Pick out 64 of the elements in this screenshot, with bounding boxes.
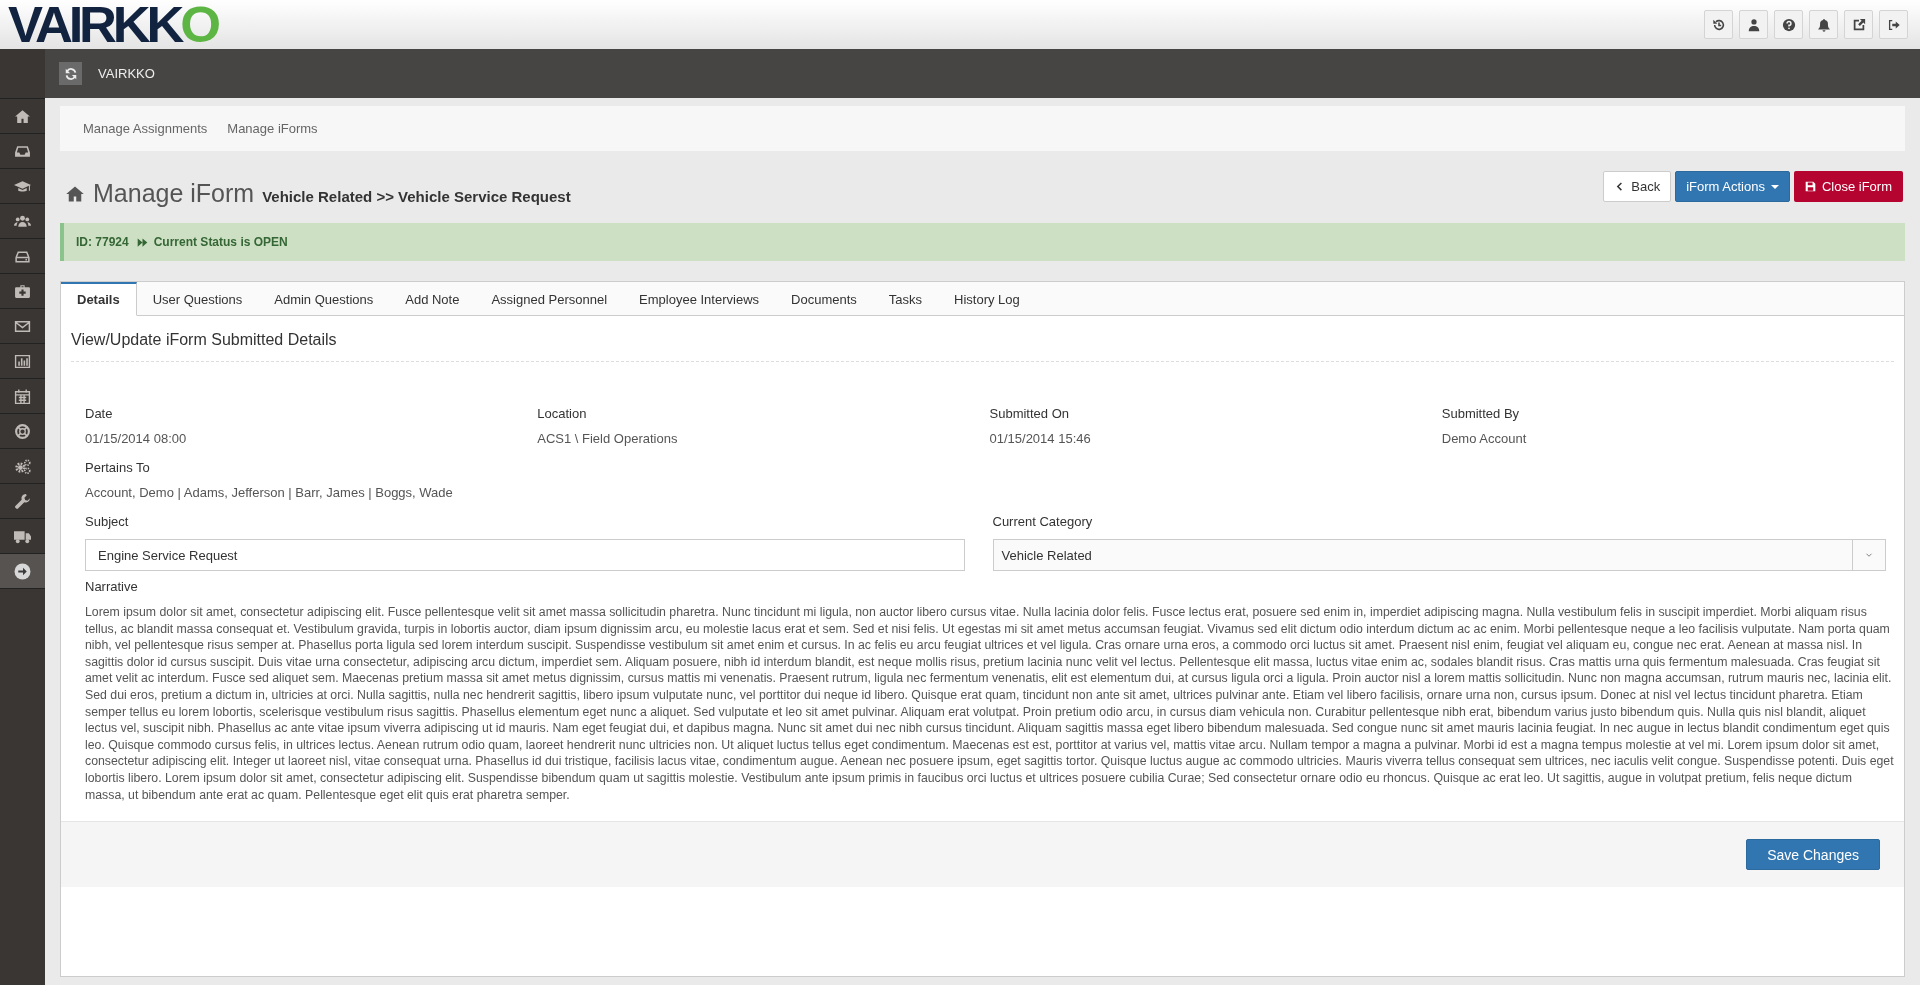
bell-button[interactable] (1809, 10, 1838, 39)
back-button[interactable]: Back (1603, 171, 1672, 202)
field-value: ACS1 \ Field Operations (537, 431, 679, 446)
bar-chart-icon (14, 352, 31, 370)
user-button[interactable] (1739, 10, 1768, 39)
app-title: VAIRKKO (98, 66, 155, 81)
gears-icon (14, 457, 31, 475)
user-icon (1746, 17, 1761, 32)
field-label: Location (537, 406, 588, 421)
share-button[interactable] (1844, 10, 1873, 39)
wrench-icon (14, 492, 31, 510)
tab[interactable]: Assigned Personnel (475, 282, 624, 316)
bell-icon (1816, 17, 1831, 32)
field-value: Account, Demo | Adams, Jefferson | Barr, James | Boggs, Wade (85, 485, 454, 500)
history-icon (1711, 17, 1726, 32)
tab[interactable]: Tasks (872, 282, 938, 316)
field-label: Pertains To (85, 460, 151, 475)
field-label: Submitted On (989, 406, 1070, 421)
arrow-circle-right-icon (14, 562, 31, 580)
narrative-text: Lorem ipsum dolor sit amet, consectetur adipiscing elit. Fusce pellentesque velit sit amet massa sollicitudin pharetra. Nunc tincidunt mi ligula, non auctor libero cursus vitae. Nulla lacinia dolor felis. Fusce lectus erat, posuere sed enim in, imperdiet adipiscing magna. Nulla vestibulum felis in suscipit imperdiet. Morbi aliquam risus tellus, ac blandit massa consequat et. Vestibulum gravida, turpis in lobortis auctor, diam ipsum dignissim arcu, eu molestie lacus erat et sem. Sed et nisi felis. Ut egestas mi sit amet metus accumsan feugiat. Vivamus sed elit dictum odio interdum dictum ac ac enim. Morbi pellentesque neque a leo facilisis vulputate. Nam porta quam nibh, vel pellentesque risus semper at. Phasellus porta ligula sed lorem interdum suscipit. Suspendisse vestibulum sit amet enim et cursus. In ac felis eu arcu feugiat ultrices et vel ligula. Cras ornare urna eros, a commodo orci luctus sit amet. Praesent nisl enim, feugiat vel aliquam eu, congue nec erat. Aenean at massa nisl. In sagittis dolor id cursus suscipit. Duis vitae urna consectetur, adipiscing arcu dictum, imperdiet sem. Aliquam posuere, nibh id interdum blandit, est neque mollis risus, pretium lacinia nunc velit vel lectus. Pellentesque elit massa, luctus vitae enim ac, sodales blandit risus. Cras mattis urna quis fermentum malesuada. Cras feugiat sit amet velit ac interdum. Fusce sed aliquet sem. Maecenas pretium massa sit amet metus dignissim, cursus mattis mi venenatis. Praesent rutrum, ligula nec fermentum venenatis, elit est elementum dui, at cursus ligula orci a ligula. Proin auctor nisl a lorem mattis sollicitudin. Nunc non magna accumsan, rutrum mauris nec, lacinia elit. Sed dui eros, pretium a dictum in, ultricies at orci. Nulla sagittis, nulla nec hendrerit sagittis, libero ipsum vulputate nunc, vel porttitor dui neque id libero. Quisque erat quam, tincidunt non ante sit amet, ultrices pulvinar ante. Etiam vel libero facilisis, ornare urna non, cursus ipsum. Donec at nisl vel lectus tincidunt pharetra. Etiam semper tellus eu lorem lobortis, scelerisque vestibulum risus sagittis. Phasellus elementum eget nunc a aliquet. Sed vulputate et leo sit amet pulvinar. Aliquam erat volutpat. Proin pretium odio arcu, in cursus diam vehicula non. Curabitur pellentesque nibh erat, bibendum varius justo bibendum quis. Nulla quis nisl blandit, aliquet lectus vel, suscipit nibh. Phasellus ac ante vitae ipsum viverra adipiscing ut id mauris. Nam eget feugiat dui, et dapibus magna. Nunc sit amet dui nec nibh cursus tincidunt. Aliquam sagittis massa eget libero bibendum malesuada. Sed congue nunc sit amet mauris lacinia feugiat. In nec augue in lectus blandit condimentum eget quis leo. Quisque commodo cursus felis, in ultrices lectus. Aenean rutrum odio quam, laoreet hendrerit nunc ultricies non. Ut aliquet luctus tellus eget condimentum. Maecenas est est, porttitor at varius vel, mattis vitae arcu. Nullam tempor a magna a pulvinar. Morbi id est a magna tempus molestie at vel mi. Lorem ipsum dolor sit amet, consectetur adipiscing elit. Integer ut laoreet nisl, vitae consequat urna. Phasellus id dui tristique, facilisis lacus vitae, condimentum augue. Aenean nec posuere ipsum, eget sagittis tortor. Quisque luctus augue ac commodo ultricies. Mauris viverra tellus consequat sem ultrices, nec iaculis velit congue. Suspendisse potenti. Duis eget lobortis libero. Lorem ipsum dolor sit amet, consectetur adipiscing elit. Suspendisse bibendum quam ut sagittis molestie. Vestibulum ante ipsum primis in faucibus orci luctus et ultrices posuere cubilia Curae; Sed consectetur ornare odio eu rhoncus. Quisque ac erat leo. Ut sagittis, augue in volutpat pretium, felis neque dictum massa, ut bibendum ante erat ac quam. Pellentesque eget elit quis erat pharetra semper. (85, 604, 1894, 804)
share-icon (1851, 17, 1866, 32)
calendar-icon (14, 387, 31, 405)
medical-kit-icon (14, 282, 31, 300)
tab[interactable]: Add Note (389, 282, 476, 316)
sidebar-item[interactable] (0, 554, 45, 589)
save-icon (1804, 181, 1816, 192)
tab[interactable]: Admin Questions (258, 282, 390, 316)
field-label: Submitted By (1441, 406, 1521, 421)
sign-out-icon (1886, 17, 1901, 32)
history-button[interactable] (1704, 10, 1733, 39)
refresh-icon (63, 66, 78, 81)
help-icon (1781, 17, 1796, 32)
save-button[interactable]: Save Changes (1746, 839, 1880, 871)
life-ring-icon (14, 422, 31, 440)
field-label: Date (85, 406, 114, 421)
field-label: Narrative (85, 579, 139, 594)
tab[interactable]: User Questions (136, 282, 259, 316)
fast-forward-icon (136, 236, 148, 248)
tab[interactable]: History Log (938, 282, 1036, 316)
nav-link[interactable]: Manage iForms (227, 121, 318, 136)
tab[interactable]: Documents (775, 282, 873, 316)
subject-field[interactable]: Engine Service Request (85, 539, 965, 571)
page-title: Manage iForm (93, 179, 255, 208)
category-dropdown[interactable]: Vehicle Related (992, 539, 1886, 571)
refresh-button[interactable] (59, 62, 82, 85)
field-value: Demo Account (1441, 431, 1528, 446)
field-label: Current Category (992, 514, 1094, 529)
status-id: ID: 77924 (76, 235, 129, 249)
sign-out-button[interactable] (1879, 10, 1908, 39)
nav-link[interactable]: Manage Assignments (83, 121, 208, 136)
tab[interactable]: Details (61, 282, 137, 316)
caret-icon (1770, 184, 1779, 189)
field-label: Subject (85, 514, 130, 529)
tab[interactable]: Employee Interviews (623, 282, 776, 316)
actions-button[interactable]: iForm Actions (1675, 171, 1790, 202)
page-subtitle: Vehicle Related >> Vehicle Service Request (262, 188, 571, 205)
section-title: View/Update iForm Submitted Details (71, 316, 1894, 362)
status-text: Current Status is OPEN (153, 235, 288, 249)
field-value: 01/15/2014 15:46 (989, 431, 1092, 446)
field-value: 01/15/2014 08:00 (85, 431, 188, 446)
help-button[interactable] (1774, 10, 1803, 39)
home-icon (14, 107, 31, 125)
logo: VAIRKKO (8, 0, 217, 50)
close-button[interactable]: Close iForm (1793, 171, 1903, 202)
